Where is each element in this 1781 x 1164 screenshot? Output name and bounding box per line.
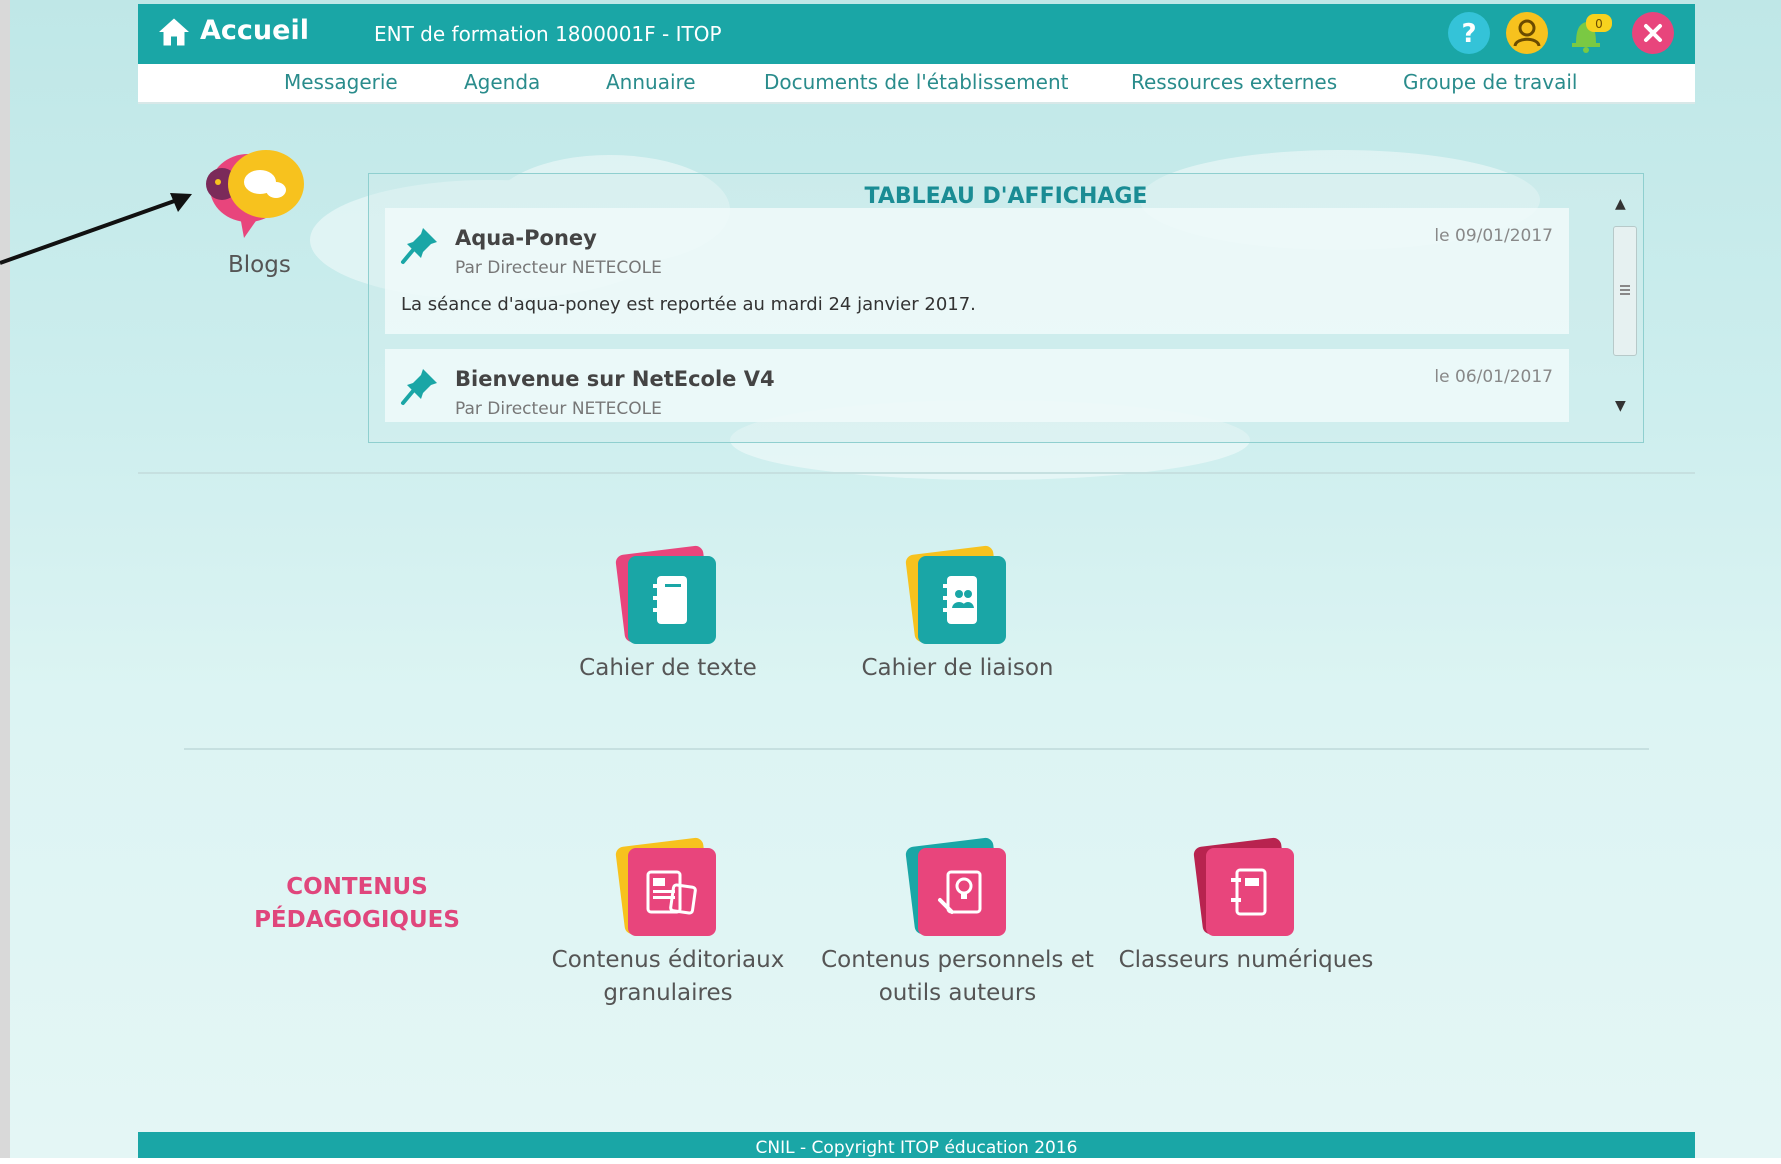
footer-text[interactable]: CNIL - Copyright ITOP éducation 2016 — [756, 1138, 1078, 1158]
divider — [138, 472, 1695, 474]
notification-count: 0 — [1595, 17, 1603, 31]
help-icon[interactable]: ? — [1448, 12, 1490, 54]
pin-icon — [401, 369, 437, 405]
nav-annuaire[interactable]: Annuaire — [606, 70, 696, 94]
notebook-icon[interactable] — [614, 544, 718, 648]
message-date: le 09/01/2017 — [1434, 226, 1553, 246]
message-title[interactable]: Aqua-Poney — [455, 226, 597, 250]
footer: CNIL - Copyright ITOP éducation 2016 — [138, 1132, 1695, 1158]
message-date: le 06/01/2017 — [1434, 367, 1553, 387]
blogs-icon[interactable] — [204, 146, 314, 246]
app-contenus-personnels[interactable]: Contenus personnels et outils auteurs — [820, 836, 1095, 1010]
divider — [184, 748, 1649, 750]
svg-text:?: ? — [1461, 19, 1476, 49]
notifications-icon[interactable]: 0 — [1562, 10, 1614, 56]
scroll-up-icon[interactable]: ▲ — [1615, 196, 1626, 212]
message-author: Par Directeur NETECOLE — [455, 258, 662, 278]
nav-ressources-externes[interactable]: Ressources externes — [1131, 70, 1337, 94]
top-bar: Accueil ENT de formation 1800001F - ITOP… — [138, 4, 1695, 64]
app-label[interactable]: Classeurs numériques — [1116, 944, 1376, 977]
nav-documents[interactable]: Documents de l'établissement — [764, 70, 1068, 94]
app-cahier-de-texte[interactable]: Cahier de texte — [568, 544, 768, 685]
home-title[interactable]: Accueil — [200, 15, 309, 46]
message-author: Par Directeur NETECOLE — [455, 399, 662, 419]
app-cahier-de-liaison[interactable]: Cahier de liaison — [840, 544, 1075, 685]
board-message[interactable]: Aqua-Poney Par Directeur NETECOLE le 09/… — [385, 208, 1569, 334]
editorial-content-icon[interactable] — [614, 836, 718, 940]
board-scrollbar[interactable]: ▲ ▼ — [1611, 192, 1637, 422]
section-title-contenus: CONTENUS PÉDAGOGIQUES — [254, 874, 460, 933]
board-message[interactable]: Bienvenue sur NetEcole V4 Par Directeur … — [385, 349, 1569, 422]
nav-agenda[interactable]: Agenda — [464, 70, 540, 94]
blogs-label[interactable]: Blogs — [228, 252, 291, 278]
home-icon[interactable] — [156, 14, 192, 50]
ent-label: ENT de formation 1800001F - ITOP — [374, 22, 722, 46]
user-profile-icon[interactable] — [1506, 12, 1548, 54]
app-label[interactable]: Contenus personnels et outils auteurs — [820, 944, 1095, 1010]
message-title[interactable]: Bienvenue sur NetEcole V4 — [455, 367, 775, 391]
app-classeurs-numeriques[interactable]: Classeurs numériques — [1116, 836, 1376, 977]
pin-icon — [401, 228, 437, 264]
annotation-arrow — [0, 193, 192, 265]
bulletin-board: TABLEAU D'AFFICHAGE Aqua-Poney Par Direc… — [368, 173, 1644, 443]
app-label[interactable]: Contenus éditoriaux granulaires — [548, 944, 788, 1010]
scroll-down-icon[interactable]: ▼ — [1615, 398, 1626, 414]
scroll-thumb[interactable] — [1613, 226, 1637, 356]
window-left-edge — [0, 0, 10, 1158]
nav-messagerie[interactable]: Messagerie — [284, 70, 398, 94]
main-nav: Messagerie Agenda Annuaire Documents de … — [138, 64, 1695, 104]
liaison-book-icon[interactable] — [904, 544, 1008, 648]
app-label[interactable]: Cahier de texte — [568, 652, 768, 685]
nav-groupe-de-travail[interactable]: Groupe de travail — [1403, 70, 1577, 94]
logout-icon[interactable] — [1632, 12, 1674, 54]
message-body: La séance d'aqua-poney est reportée au m… — [401, 294, 976, 315]
app-label[interactable]: Cahier de liaison — [840, 652, 1075, 685]
board-title: TABLEAU D'AFFICHAGE — [864, 184, 1148, 209]
author-tools-icon[interactable] — [904, 836, 1008, 940]
app-contenus-editoriaux[interactable]: Contenus éditoriaux granulaires — [548, 836, 788, 1010]
digital-binder-icon[interactable] — [1192, 836, 1296, 940]
